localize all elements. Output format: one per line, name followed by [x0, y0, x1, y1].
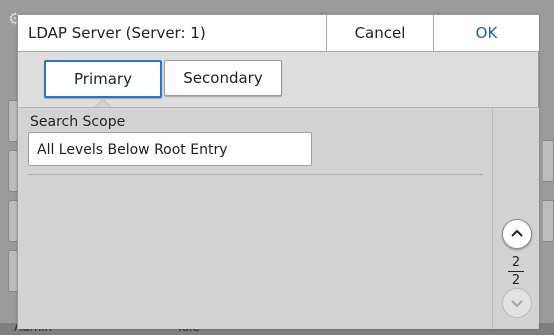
search-scope-select[interactable]: All Levels Below Root Entry — [28, 132, 312, 166]
scroll-down-button[interactable] — [502, 288, 532, 318]
dialog-title: LDAP Server (Server: 1) — [28, 24, 206, 42]
cancel-button[interactable]: Cancel — [326, 15, 433, 51]
search-scope-label: Search Scope — [30, 114, 126, 130]
ldap-server-dialog: LDAP Server (Server: 1) Cancel OK Primar… — [17, 14, 539, 329]
scroll-up-button[interactable] — [502, 219, 532, 249]
pager-column: 2 2 — [492, 107, 539, 329]
page-fraction-line — [508, 271, 524, 272]
chevron-up-icon — [511, 229, 523, 237]
tab-pointer-fill — [96, 100, 110, 107]
background-side-tab — [543, 140, 554, 182]
total-pages: 2 — [511, 273, 521, 288]
current-page: 2 — [511, 255, 521, 270]
background-side-tab — [543, 200, 554, 242]
divider — [28, 174, 483, 175]
tab-secondary[interactable]: Secondary — [164, 60, 282, 96]
page-indicator: 2 2 — [503, 256, 529, 287]
dialog-titlebar: LDAP Server (Server: 1) Cancel OK — [18, 15, 539, 52]
chevron-down-icon — [511, 300, 523, 308]
settings-content: Search Scope All Levels Below Root Entry — [18, 107, 492, 329]
ok-button[interactable]: OK — [433, 15, 539, 51]
tab-primary[interactable]: Primary — [44, 60, 162, 98]
